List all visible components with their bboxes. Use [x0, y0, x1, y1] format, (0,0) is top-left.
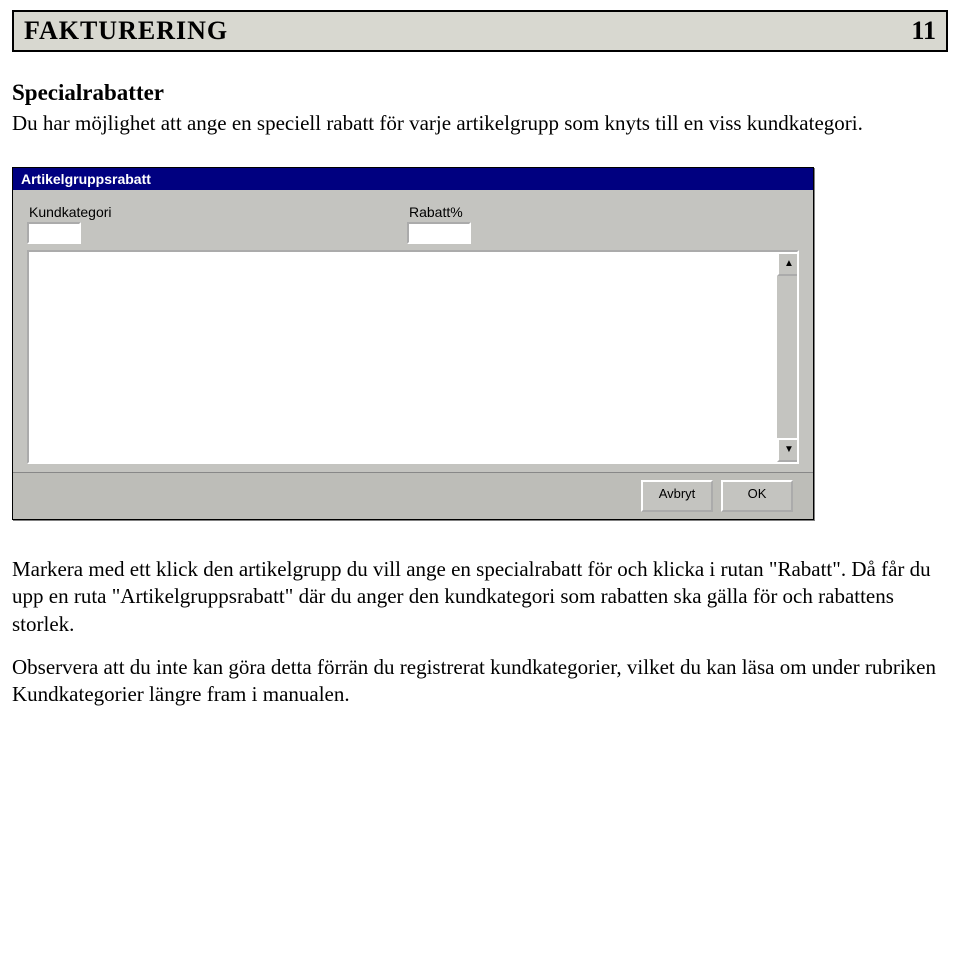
scroll-down-button[interactable]: ▼ — [777, 438, 799, 462]
listbox-scrollbar[interactable]: ▲ ▼ — [777, 252, 797, 462]
scroll-up-button[interactable]: ▲ — [777, 252, 799, 276]
ok-button[interactable]: OK — [721, 480, 793, 512]
rabatt-label: Rabatt% — [407, 204, 557, 220]
triangle-down-icon: ▼ — [784, 445, 794, 455]
page-number: 11 — [911, 16, 936, 46]
triangle-up-icon: ▲ — [784, 259, 794, 269]
section-heading: Specialrabatter — [12, 78, 948, 108]
paragraph-2: Markera med ett klick den artikelgrupp d… — [12, 556, 948, 638]
rabatt-listbox[interactable]: ▲ ▼ — [27, 250, 799, 464]
dialog-title: Artikelgruppsrabatt — [13, 168, 813, 190]
page-header: FAKTURERING 11 — [12, 10, 948, 52]
rabatt-input[interactable] — [407, 222, 471, 244]
kundkategori-input[interactable] — [27, 222, 81, 244]
paragraph-1: Du har möjlighet att ange en speciell ra… — [12, 110, 948, 137]
kundkategori-label: Kundkategori — [27, 204, 407, 220]
artikelgruppsrabatt-dialog: Artikelgruppsrabatt Kundkategori Rabatt% — [12, 167, 814, 520]
cancel-button[interactable]: Avbryt — [641, 480, 713, 512]
paragraph-3: Observera att du inte kan göra detta för… — [12, 654, 948, 709]
page-title: FAKTURERING — [24, 16, 228, 46]
